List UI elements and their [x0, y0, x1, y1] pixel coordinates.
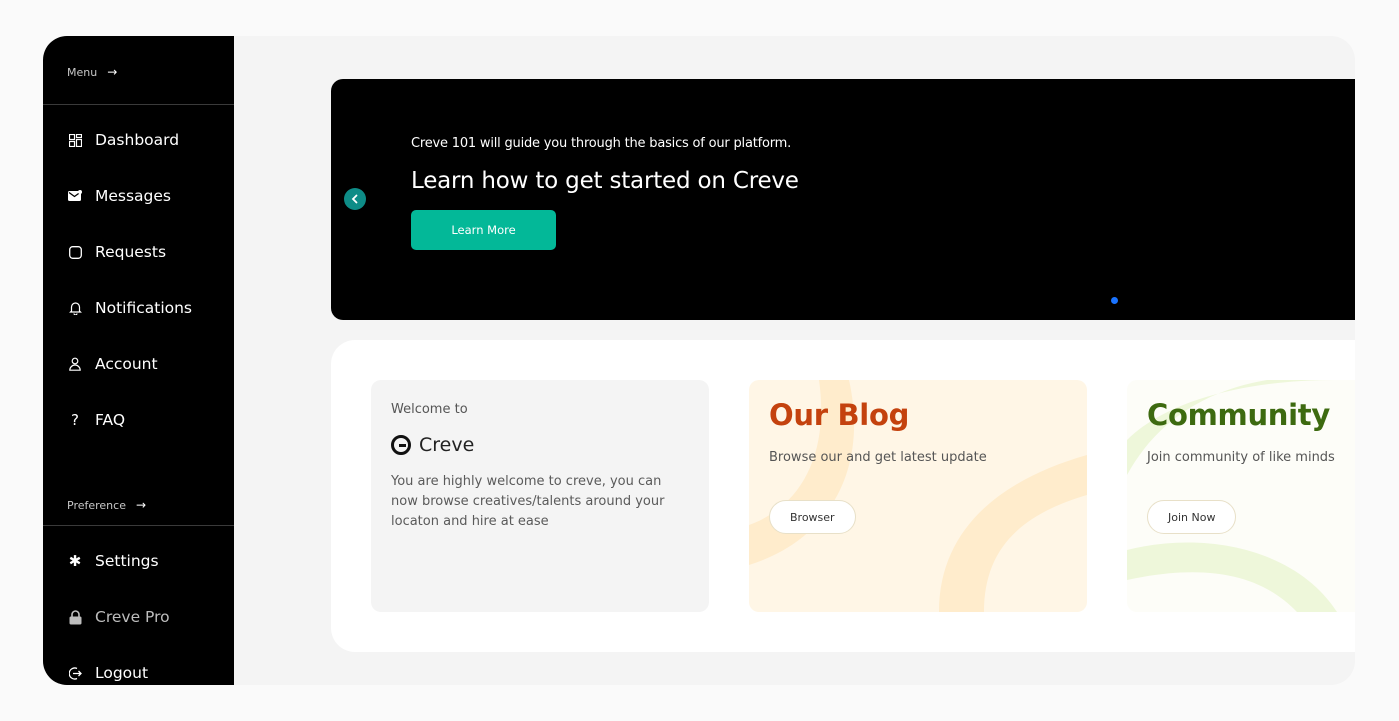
cards-panel: Welcome to Creve You are highly welcome … — [331, 340, 1355, 652]
app-frame: Menu → Dashboard Messages Requests Notif… — [43, 36, 1355, 685]
learn-more-button[interactable]: Learn More — [411, 210, 556, 250]
dashboard-icon — [67, 132, 83, 148]
sidebar-item-label: Messages — [95, 187, 172, 205]
hero-banner: Creve 101 will guide you through the bas… — [331, 79, 1355, 320]
community-card: Community Join community of like minds J… — [1127, 380, 1355, 612]
community-title: Community — [1147, 398, 1330, 432]
sidebar-item-dashboard[interactable]: Dashboard — [67, 128, 179, 152]
blog-title: Our Blog — [769, 398, 910, 432]
preference-label: Preference — [67, 498, 126, 512]
divider — [43, 104, 234, 105]
lock-icon — [67, 609, 83, 625]
sidebar-item-requests[interactable]: Requests — [67, 240, 166, 264]
sidebar-item-label: Requests — [95, 243, 167, 261]
sidebar-item-label: Logout — [95, 664, 149, 682]
logout-icon — [67, 665, 83, 681]
main-content: Creve 101 will guide you through the bas… — [250, 36, 1355, 685]
hero-title: Learn how to get started on Creve — [411, 168, 799, 194]
question-icon: ? — [71, 411, 79, 429]
carousel-dot[interactable] — [1111, 297, 1118, 304]
chevron-left-icon — [351, 194, 358, 204]
menu-header[interactable]: Menu → — [67, 65, 117, 79]
community-subtitle: Join community of like minds — [1147, 450, 1335, 465]
sidebar-item-account[interactable]: Account — [67, 352, 158, 376]
sidebar-item-label: Notifications — [95, 299, 193, 317]
preference-header[interactable]: Preference → — [67, 498, 146, 512]
sidebar-item-notifications[interactable]: Notifications — [67, 296, 192, 320]
browser-button[interactable]: Browser — [769, 500, 856, 534]
sidebar-item-messages[interactable]: Messages — [67, 184, 171, 208]
arrow-right-icon: → — [107, 65, 118, 79]
sidebar-item-label: Account — [95, 355, 158, 373]
sidebar-item-logout[interactable]: Logout — [67, 661, 148, 685]
blog-subtitle: Browse our and get latest update — [769, 450, 987, 465]
welcome-card: Welcome to Creve You are highly welcome … — [371, 380, 709, 612]
user-icon — [67, 356, 83, 372]
join-now-button[interactable]: Join Now — [1147, 500, 1237, 534]
sidebar-item-label: Creve Pro — [95, 608, 170, 626]
brand: Creve — [391, 434, 474, 456]
arrow-right-icon: → — [135, 498, 147, 512]
brand-name: Creve — [419, 434, 475, 456]
sidebar-item-label: Dashboard — [95, 131, 180, 149]
blog-card: Our Blog Browse our and get latest updat… — [749, 380, 1087, 612]
welcome-label: Welcome to — [391, 402, 468, 417]
bell-icon — [67, 300, 83, 316]
creve-logo-icon — [391, 435, 411, 455]
sidebar-item-label: Settings — [95, 552, 159, 570]
gear-icon: ✱ — [68, 552, 82, 570]
welcome-description: You are highly welcome to creve, you can… — [391, 474, 665, 529]
sidebar-item-settings[interactable]: ✱ Settings — [67, 549, 159, 573]
sidebar-item-faq[interactable]: ? FAQ — [67, 408, 125, 432]
sidebar: Menu → Dashboard Messages Requests Notif… — [43, 36, 234, 685]
mail-icon — [67, 188, 83, 204]
sidebar-item-creve-pro[interactable]: Creve Pro — [67, 605, 170, 629]
square-icon — [67, 244, 83, 260]
divider — [43, 525, 234, 526]
menu-label: Menu — [67, 65, 98, 79]
sidebar-item-label: FAQ — [95, 411, 126, 429]
carousel-prev-button[interactable] — [344, 188, 366, 210]
hero-subtitle: Creve 101 will guide you through the bas… — [411, 136, 792, 151]
